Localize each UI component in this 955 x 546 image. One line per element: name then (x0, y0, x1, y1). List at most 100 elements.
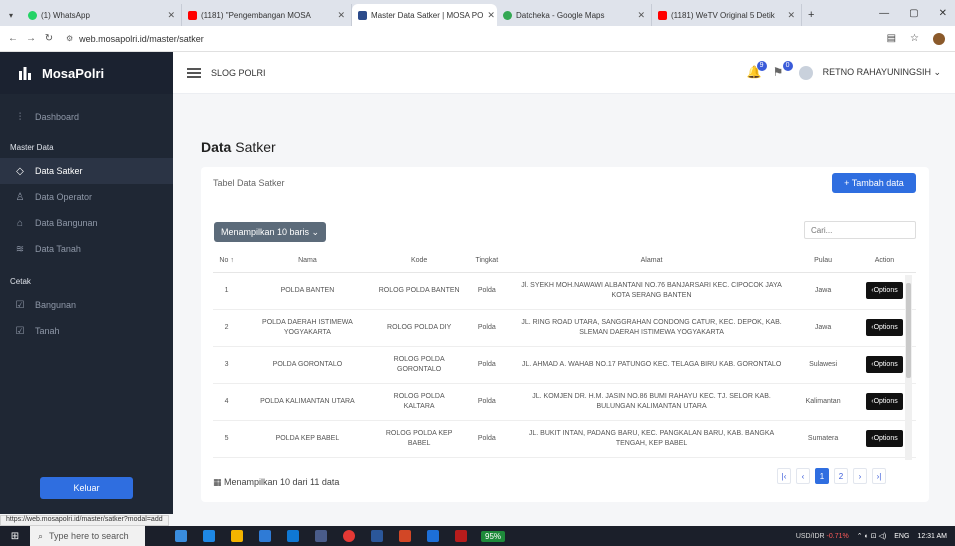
battery-indicator[interactable]: 95% (481, 530, 506, 542)
prev-page-icon[interactable]: ‹ (796, 468, 810, 484)
currency-ticker[interactable]: USD/IDR -0.71% (796, 533, 849, 540)
close-tab-icon[interactable]: ✕ (167, 10, 175, 21)
store-icon[interactable] (259, 530, 271, 542)
options-button[interactable]: ‹Options (866, 318, 903, 337)
windows-start-icon[interactable]: ⊞ (0, 531, 30, 542)
sidebar: MosaPolri ⫶ Dashboard Master Data ◇ Data… (0, 52, 173, 514)
browser-tab[interactable]: (1181) WeTV Original 5 Detik ✕ (652, 4, 802, 26)
message-icon[interactable]: ⚑ 0 (773, 60, 793, 81)
close-tab-icon[interactable]: ✕ (637, 10, 645, 21)
search-input[interactable] (804, 221, 916, 239)
page-1-button[interactable]: 1 (815, 468, 829, 484)
tag-icon: ◇ (16, 165, 24, 177)
close-tab-icon[interactable]: ✕ (337, 10, 345, 21)
section-master-data: Master Data (10, 142, 54, 152)
tray-icons[interactable]: ⌃ ◐ ⊡ ◁) (857, 532, 887, 540)
word-icon[interactable] (371, 530, 383, 542)
forward-icon[interactable]: → (22, 33, 40, 44)
browser-tab[interactable]: (1) WhatsApp ✕ (22, 4, 182, 26)
taskbar-search[interactable]: ⌕ Type here to search (30, 526, 145, 546)
site-info-icon[interactable]: ⚙ (66, 34, 73, 43)
browser-tab-active[interactable]: Master Data Satker | MOSA PO ✕ (352, 4, 497, 26)
browser-tab-bar: ▾ (1) WhatsApp ✕ (1181) "Pengembangan MO… (0, 0, 955, 26)
column-header-pulau[interactable]: Pulau (793, 250, 853, 273)
maps-icon (503, 10, 512, 20)
translate-icon[interactable]: ▤ (887, 33, 896, 44)
window-controls: — ▢ ✕ (879, 0, 955, 26)
taskbar: ⊞ ⌕ Type here to search 95% USD/IDR -0.7… (0, 526, 955, 546)
clock[interactable]: 12:31 AM (917, 533, 947, 540)
table-row: 2 POLDA DAERAH ISTIMEWA YOGYAKARTA ROLOG P… (213, 309, 916, 347)
options-button[interactable]: ‹Options (866, 281, 903, 300)
card-title: Tabel Data Satker (213, 178, 285, 188)
page-2-button[interactable]: 2 (834, 468, 848, 484)
address-bar: ← → ↻ ⚙ web.mosapolri.id/master/satker ▤… (0, 26, 955, 52)
pdf-icon[interactable] (455, 530, 467, 542)
user-icon: ♙ (15, 191, 25, 203)
youtube-icon (658, 10, 667, 20)
column-header-nama[interactable]: Nama (240, 250, 375, 273)
language-indicator[interactable]: ENG (894, 533, 909, 540)
bookmark-star-icon[interactable]: ☆ (910, 33, 919, 44)
close-tab-icon[interactable]: ✕ (487, 10, 495, 21)
column-header-alamat[interactable]: Alamat (509, 250, 794, 273)
close-window-icon[interactable]: ✕ (939, 8, 947, 19)
options-button[interactable]: ‹Options (866, 392, 903, 411)
mosa-favicon-icon (358, 10, 367, 20)
browser-tab[interactable]: Datcheka - Google Maps ✕ (497, 4, 652, 26)
user-avatar[interactable] (798, 65, 813, 80)
mosapolri-logo-icon (16, 64, 34, 82)
app-icon[interactable] (427, 530, 439, 542)
minimize-icon[interactable]: — (879, 8, 889, 19)
sidebar-item-data-bangunan[interactable]: ⌂ Data Bangunan (0, 210, 173, 236)
next-page-icon[interactable]: › (853, 468, 867, 484)
table-row: 4 POLDA KALIMANTAN UTARA ROLOG POLDA KALTA… (213, 383, 916, 421)
whatsapp-icon (28, 10, 37, 20)
table-scrollbar[interactable] (905, 275, 912, 460)
chrome-icon[interactable] (343, 530, 355, 542)
message-badge: 0 (782, 60, 793, 71)
column-header-no[interactable]: No ↑ (213, 250, 241, 273)
new-tab-button[interactable]: + (802, 4, 820, 26)
profile-avatar[interactable] (933, 32, 945, 45)
rows-per-page-dropdown[interactable]: Menampilkan 10 baris ⌄ (214, 222, 326, 242)
edge-icon[interactable] (203, 530, 215, 542)
last-page-icon[interactable]: ›| (872, 468, 886, 484)
add-data-button[interactable]: + Tambah data (832, 173, 916, 193)
brand-name: MosaPolri (42, 65, 105, 81)
data-card: Tabel Data Satker + Tambah data Menampil… (201, 167, 929, 502)
sidebar-item-cetak-tanah[interactable]: ☑ Tanah (0, 318, 173, 344)
file-explorer-icon[interactable] (231, 530, 243, 542)
logout-button[interactable]: Keluar (40, 477, 133, 499)
sidebar-item-dashboard[interactable]: ⫶ Dashboard (0, 104, 173, 130)
close-tab-icon[interactable]: ✕ (787, 10, 795, 21)
brand[interactable]: MosaPolri (0, 52, 173, 94)
task-view-icon[interactable] (175, 530, 187, 542)
notification-bell-icon[interactable]: 🔔 9 (747, 60, 767, 81)
table-row: 3 POLDA GORONTALO ROLOG POLDA GORONTALO Pol… (213, 346, 916, 384)
back-icon[interactable]: ← (4, 33, 22, 44)
menu-toggle-icon[interactable] (187, 66, 201, 80)
sidebar-item-data-satker[interactable]: ◇ Data Satker (0, 158, 173, 184)
mail-icon[interactable] (287, 530, 299, 542)
maximize-icon[interactable]: ▢ (909, 8, 918, 19)
url-field[interactable]: ⚙ web.mosapolri.id/master/satker (66, 34, 204, 44)
options-button[interactable]: ‹Options (866, 429, 903, 448)
first-page-icon[interactable]: |‹ (777, 468, 791, 484)
sidebar-item-cetak-bangunan[interactable]: ☑ Bangunan (0, 292, 173, 318)
photos-icon[interactable] (315, 530, 327, 542)
reload-icon[interactable]: ↻ (40, 33, 58, 44)
tab-search-icon[interactable]: ▾ (0, 4, 22, 26)
sidebar-item-data-operator[interactable]: ♙ Data Operator (0, 184, 173, 210)
user-menu[interactable]: RETNO RAHAYUNINGSIH ⌄ (823, 67, 941, 78)
building-icon: ⌂ (16, 217, 24, 229)
column-header-kode[interactable]: Kode (374, 250, 464, 273)
status-url-preview: https://web.mosapolri.id/master/satker?m… (0, 515, 169, 526)
browser-tab[interactable]: (1181) "Pengembangan MOSA ✕ (182, 4, 352, 26)
sidebar-item-data-tanah[interactable]: ≋ Data Tanah (0, 236, 173, 262)
section-cetak: Cetak (10, 276, 31, 286)
print-check-icon: ☑ (15, 325, 25, 337)
options-button[interactable]: ‹Options (866, 355, 903, 374)
column-header-tingkat[interactable]: Tingkat (463, 250, 510, 273)
powerpoint-icon[interactable] (399, 530, 411, 542)
